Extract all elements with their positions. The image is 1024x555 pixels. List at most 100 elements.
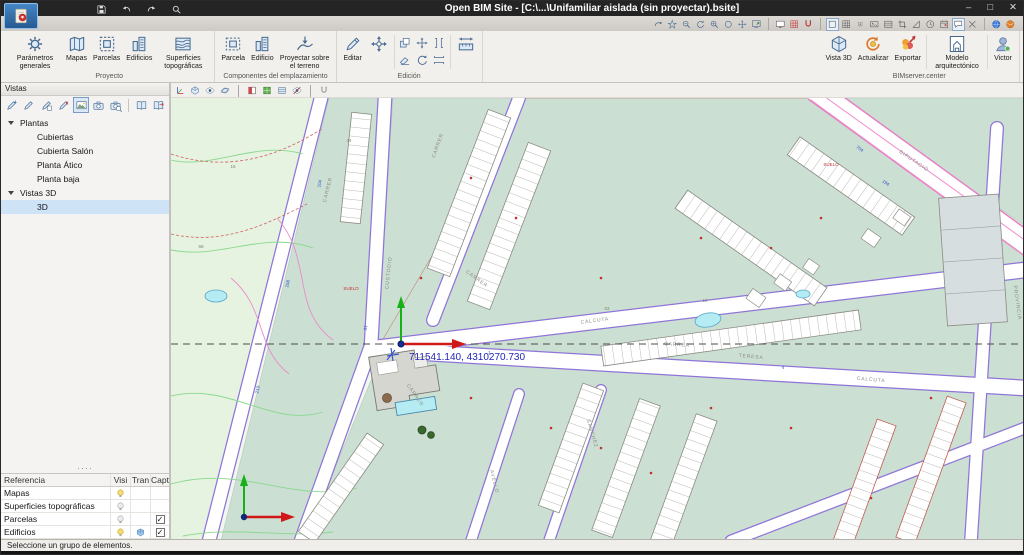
capture-cell[interactable]: ✓ (151, 513, 169, 525)
visibility-cell[interactable] (111, 513, 131, 525)
capture-cell[interactable] (151, 487, 169, 499)
app-menu-button[interactable] (4, 3, 38, 29)
image-button[interactable] (868, 18, 881, 31)
sphere-button[interactable] (1004, 18, 1017, 31)
transparency-cell[interactable] (131, 487, 151, 499)
capture-cell[interactable]: ✓ (151, 526, 169, 538)
victor-button[interactable]: Victor (990, 32, 1016, 63)
redo-button[interactable] (145, 3, 158, 15)
proyectar-sobre-el-terreno-button[interactable]: Proyectar sobre el terreno (277, 32, 333, 71)
erase-button[interactable] (397, 51, 414, 68)
capture-cell[interactable] (151, 500, 169, 512)
close-x-button[interactable] (966, 18, 979, 31)
view-delete-button[interactable]: x (55, 97, 71, 113)
modelo-arquitectonico-button[interactable]: Modelo arquitectónico (929, 32, 985, 71)
save-button[interactable] (95, 3, 108, 15)
globe-button[interactable] (990, 18, 1003, 31)
refresh-arc-button[interactable] (694, 18, 707, 31)
clock-button[interactable] (924, 18, 937, 31)
transparency-cell[interactable] (131, 526, 151, 538)
exportar-button[interactable]: Exportar (892, 32, 924, 63)
reference-row-superficies-topograficas[interactable]: Superficies topográficas (1, 500, 169, 513)
zoom-button[interactable] (170, 3, 183, 15)
tree-item-cubierta-salon[interactable]: Cubierta Salón (1, 144, 169, 158)
book-export-button[interactable] (151, 97, 167, 113)
visibility-cell[interactable] (111, 487, 131, 499)
transparency-cell[interactable] (131, 513, 151, 525)
pan-button[interactable] (736, 18, 749, 31)
screen-arrow-button[interactable] (750, 18, 763, 31)
reference-row-edificios[interactable]: Edificios✓ (1, 526, 169, 539)
grid-button[interactable] (840, 18, 853, 31)
star-button[interactable] (666, 18, 679, 31)
close-button[interactable]: ✕ (1009, 1, 1017, 14)
mapas-button[interactable]: Mapas (63, 32, 90, 63)
tree-item-cubiertas[interactable]: Cubiertas (1, 130, 169, 144)
reference-row-parcelas[interactable]: Parcelas✓ (1, 513, 169, 526)
camera-zoom-button[interactable] (108, 97, 124, 113)
layer-box-button[interactable] (276, 85, 288, 97)
red-box-button[interactable] (246, 85, 258, 97)
superficies-topograficas-button[interactable]: Superficies topográficas (155, 32, 211, 71)
panel-splitter[interactable]: ···· (1, 466, 169, 473)
tree-item-3d[interactable]: 3D (1, 200, 169, 214)
parametros-generales-button[interactable]: Parámetros generales (7, 32, 63, 71)
zoom-in-button[interactable] (708, 18, 721, 31)
transparency-cell[interactable] (131, 500, 151, 512)
comment-button[interactable] (952, 18, 965, 31)
view-new-button[interactable]: + (3, 97, 19, 113)
visibility-cell[interactable] (111, 526, 131, 538)
undo-button[interactable] (120, 3, 133, 15)
minimize-button[interactable]: – (966, 1, 971, 14)
view-current-button[interactable] (73, 97, 89, 113)
map-canvas[interactable]: CARRERCARRERCUSTODIOCARRERDIPUTACIÓCALCU… (171, 98, 1024, 541)
circle-button[interactable] (722, 18, 735, 31)
monitor-button[interactable] (774, 18, 787, 31)
vista-3d-button[interactable]: Vista 3D (822, 32, 854, 63)
eye-off-button[interactable] (291, 85, 303, 97)
move-node-button[interactable] (366, 32, 392, 55)
chevron-down-icon[interactable] (8, 191, 14, 195)
view-edit-button[interactable] (20, 97, 36, 113)
actualizar-button[interactable]: Actualizar (855, 32, 892, 63)
orbit-button[interactable] (219, 85, 231, 97)
magnet-button[interactable] (802, 18, 815, 31)
parcelas-button[interactable]: Parcelas (90, 32, 123, 63)
crop-button[interactable] (896, 18, 909, 31)
checkbox-checked-icon[interactable]: ✓ (156, 528, 165, 537)
tree-item-vistas-3d[interactable]: Vistas 3D (1, 186, 169, 200)
move-button[interactable] (414, 34, 431, 51)
visibility-cell[interactable] (111, 500, 131, 512)
checkbox-checked-icon[interactable]: ✓ (156, 515, 165, 524)
snap-button[interactable] (318, 85, 330, 97)
editar-button[interactable]: Editar (340, 32, 366, 63)
reference-row-mapas[interactable]: Mapas (1, 487, 169, 500)
cube-button[interactable] (189, 85, 201, 97)
edificio-button[interactable]: Edificio (248, 32, 277, 63)
align-h-button[interactable] (431, 51, 448, 68)
green-box-button[interactable] (261, 85, 273, 97)
edificios-button[interactable]: Edificios (123, 32, 155, 63)
copy-button[interactable] (397, 34, 414, 51)
zoom-out-button[interactable] (680, 18, 693, 31)
align-v-button[interactable] (431, 34, 448, 51)
tree-item-planta-atico[interactable]: Planta Ático (1, 158, 169, 172)
eye-button[interactable] (204, 85, 216, 97)
chevron-down-icon[interactable] (8, 121, 14, 125)
camera-button[interactable] (90, 97, 106, 113)
dot-square-button[interactable] (854, 18, 867, 31)
tree-item-planta-baja[interactable]: Planta baja (1, 172, 169, 186)
tree-item-plantas[interactable]: Plantas (1, 116, 169, 130)
book-button[interactable] (133, 97, 149, 113)
axes-button[interactable] (174, 85, 186, 97)
screen-lines-button[interactable] (882, 18, 895, 31)
grid-red-button[interactable] (788, 18, 801, 31)
setsquare-button[interactable] (910, 18, 923, 31)
rotate-button[interactable] (414, 51, 431, 68)
arc-redo-button[interactable] (652, 18, 665, 31)
maximize-button[interactable]: □ (987, 1, 993, 14)
view-duplicate-button[interactable] (38, 97, 54, 113)
calendar-button[interactable] (938, 18, 951, 31)
square-button[interactable] (826, 18, 839, 31)
measure-button[interactable] (453, 32, 479, 55)
